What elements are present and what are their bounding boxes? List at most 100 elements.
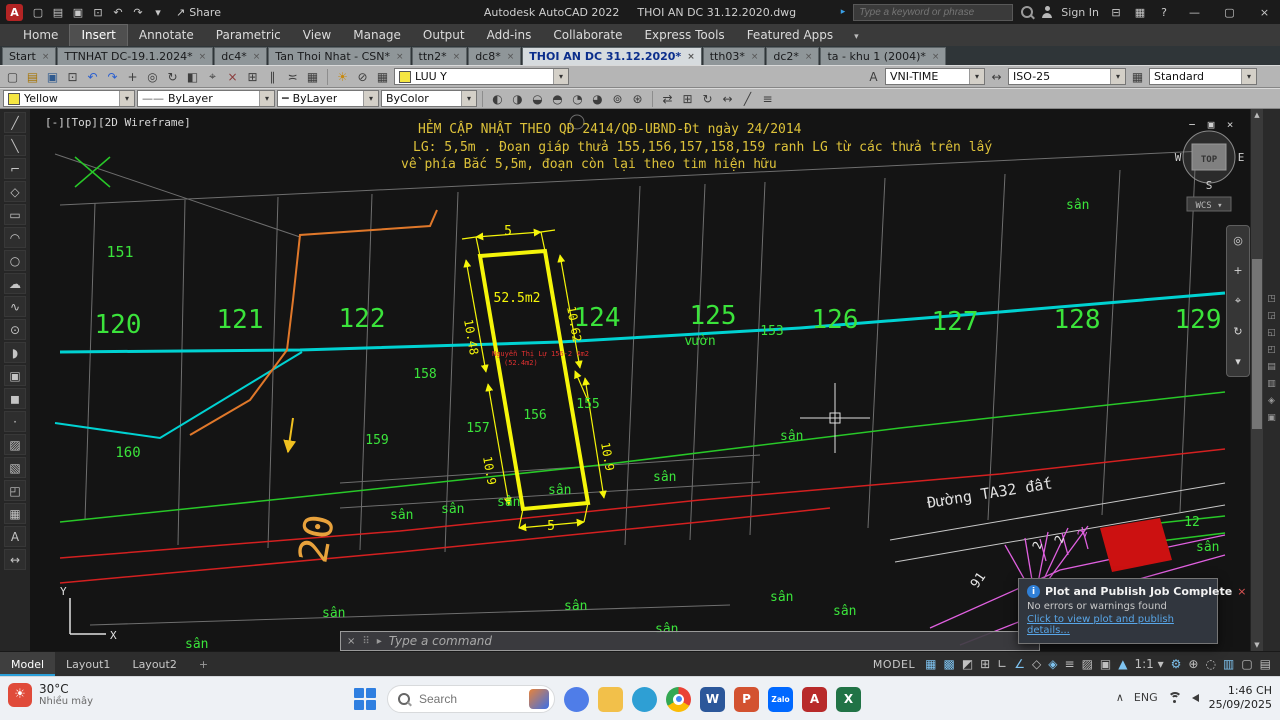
plot-style-dropdown[interactable]: ByColor ▾ — [381, 90, 477, 107]
volume-icon[interactable] — [1192, 694, 1199, 702]
point-icon[interactable]: · — [4, 411, 26, 432]
qnew-icon[interactable]: ▢ — [3, 68, 22, 86]
undo-icon[interactable]: ↶ — [83, 68, 102, 86]
close-button[interactable]: × — [1251, 0, 1278, 24]
drawing-canvas[interactable]: [-][Top][2D Wireframe] − ▣ × TOP W E S W… — [30, 109, 1250, 651]
viewcube-top-label[interactable]: TOP — [1201, 155, 1218, 165]
multiline-text-icon[interactable]: A — [4, 526, 26, 547]
lineweight-dropdown[interactable]: ━ ByLayer ▾ — [277, 90, 379, 107]
powerpoint-icon[interactable]: P — [734, 687, 759, 712]
snap-icon[interactable]: ▩ — [943, 657, 954, 671]
ribbon-tab-output[interactable]: Output — [412, 25, 476, 46]
ribbon-tab-view[interactable]: View — [292, 25, 342, 46]
polar-tracking-icon[interactable]: ∠ — [1014, 657, 1025, 671]
ribbon-tab-annotate[interactable]: Annotate — [128, 25, 205, 46]
mirror-icon[interactable]: ∥ — [263, 68, 282, 86]
scroll-down-icon[interactable]: ▼ — [1254, 639, 1259, 651]
gradient-icon[interactable]: ▧ — [4, 457, 26, 478]
wifi-icon[interactable] — [1168, 692, 1182, 704]
grid-icon[interactable]: ▦ — [925, 657, 936, 671]
polygon-icon[interactable]: ◇ — [4, 181, 26, 202]
graphics-performance-icon[interactable]: ▥ — [1223, 657, 1234, 671]
layout-tab-model[interactable]: Model — [0, 652, 55, 676]
scrollbar-thumb[interactable] — [1252, 259, 1262, 429]
copy-icon[interactable]: ⊞ — [243, 68, 262, 86]
annotation-visibility-icon[interactable]: ▲ — [1118, 657, 1127, 671]
viewport-restore-icon[interactable]: ▣ — [1208, 118, 1215, 131]
spline-icon[interactable]: ∿ — [4, 296, 26, 317]
close-icon[interactable]: × — [1237, 585, 1246, 598]
wcs-label[interactable]: WCS ▾ — [1195, 201, 1222, 211]
ribbon-tab-express-tools[interactable]: Express Tools — [633, 25, 735, 46]
right-toolbar-icon[interactable]: ◲ — [1267, 311, 1276, 321]
close-icon[interactable]: × — [453, 52, 461, 62]
layer-isolate-icon[interactable]: ◓ — [548, 90, 567, 108]
file-tab-dc8[interactable]: dc8*× — [468, 47, 521, 65]
right-toolbar-icon[interactable]: ▥ — [1267, 379, 1276, 389]
excel-icon[interactable]: X — [836, 687, 861, 712]
ribbon-options-icon[interactable]: ▾ — [848, 32, 865, 46]
qat-dropdown-icon[interactable]: ▾ — [149, 3, 167, 21]
grip-icon[interactable]: ⠿ — [362, 636, 369, 647]
right-toolbar-icon[interactable]: ◰ — [1267, 345, 1276, 355]
close-icon[interactable]: × — [507, 52, 515, 62]
object-snap-icon[interactable]: ◈ — [1048, 657, 1057, 671]
annotation-scale[interactable]: 1:1 ▾ — [1135, 657, 1164, 671]
right-toolbar-icon[interactable]: ▤ — [1267, 362, 1276, 372]
chevron-down-icon[interactable]: ▾ — [259, 91, 274, 106]
clock[interactable]: 1:46 CH 25/09/2025 — [1209, 684, 1272, 712]
viewport-minimize-icon[interactable]: − — [1189, 118, 1196, 131]
make-current-icon[interactable]: ◐ — [488, 90, 507, 108]
layout-tab-layout2[interactable]: Layout2 — [121, 652, 187, 676]
ellipse-arc-icon[interactable]: ◗ — [4, 342, 26, 363]
ribbon-tab-add-ins[interactable]: Add-ins — [476, 25, 543, 46]
layer-merge-icon[interactable]: ⊛ — [628, 90, 647, 108]
ribbon-tab-manage[interactable]: Manage — [342, 25, 412, 46]
navigation-wheel-icon[interactable]: ◎ — [1233, 234, 1243, 247]
zoom-window-icon[interactable]: ◎ — [143, 68, 162, 86]
expand-icon[interactable]: ▸ — [841, 7, 846, 17]
sign-in-button[interactable]: Sign In — [1061, 6, 1099, 19]
close-icon[interactable]: × — [42, 52, 50, 62]
pan-icon[interactable]: + — [1233, 264, 1242, 277]
chevron-down-icon[interactable]: ▾ — [1110, 69, 1125, 84]
transparency-icon[interactable]: ▨ — [1082, 657, 1093, 671]
dim-style-dropdown[interactable]: ISO-25 ▾ — [1008, 68, 1126, 85]
layer-dropdown[interactable]: LUU Y ▾ — [394, 68, 569, 85]
right-toolbar-icon[interactable]: ◈ — [1268, 396, 1275, 406]
annotation-monitor-icon[interactable]: ⊕ — [1188, 657, 1198, 671]
construction-line-icon[interactable]: ╲ — [4, 135, 26, 156]
undo-icon[interactable]: ↶ — [109, 3, 127, 21]
add-layout-button[interactable]: + — [188, 652, 219, 676]
match-layer-icon[interactable]: ◑ — [508, 90, 527, 108]
new-icon[interactable]: ▢ — [29, 3, 47, 21]
viewport-close-icon[interactable]: × — [1227, 118, 1234, 131]
file-tab-ta-khu-1-2004[interactable]: ta - khu 1 (2004)*× — [820, 47, 946, 65]
layer-freeze-icon[interactable]: ◔ — [568, 90, 587, 108]
file-tab-dc2[interactable]: dc2*× — [766, 47, 819, 65]
close-icon[interactable]: × — [253, 52, 261, 62]
save-icon[interactable]: ▣ — [43, 68, 62, 86]
search-highlight-thumbnail[interactable] — [529, 689, 549, 709]
trim-icon[interactable]: ╱ — [738, 90, 757, 108]
table-icon[interactable]: ▦ — [4, 503, 26, 524]
close-icon[interactable]: × — [932, 52, 940, 62]
hatch-icon[interactable]: ▨ — [4, 434, 26, 455]
scale-icon[interactable]: ↔ — [718, 90, 737, 108]
language-indicator[interactable]: ENG — [1134, 691, 1158, 704]
rotate-icon[interactable]: ↻ — [698, 90, 717, 108]
isodraft-icon[interactable]: ◇ — [1032, 657, 1041, 671]
orbit-icon[interactable]: ↻ — [163, 68, 182, 86]
word-icon[interactable]: W — [700, 687, 725, 712]
dynamic-input-icon[interactable]: ⊞ — [980, 657, 990, 671]
close-icon[interactable]: × — [805, 52, 813, 62]
zalo-icon[interactable]: Zalo — [768, 687, 793, 712]
table-style-icon[interactable]: ▦ — [1128, 68, 1147, 86]
file-tab-ttnhat-dc-19-1-2024[interactable]: TTNHAT DC-19.1.2024*× — [57, 47, 213, 65]
polyline-icon[interactable]: ⌐ — [4, 158, 26, 179]
right-toolbar-icon[interactable]: ◱ — [1267, 328, 1276, 338]
pan-icon[interactable]: + — [123, 68, 142, 86]
help-icon[interactable]: ? — [1155, 3, 1173, 21]
drawing-area[interactable]: [-][Top][2D Wireframe] − ▣ × TOP W E S W… — [30, 109, 1250, 651]
edge-icon[interactable] — [632, 687, 657, 712]
